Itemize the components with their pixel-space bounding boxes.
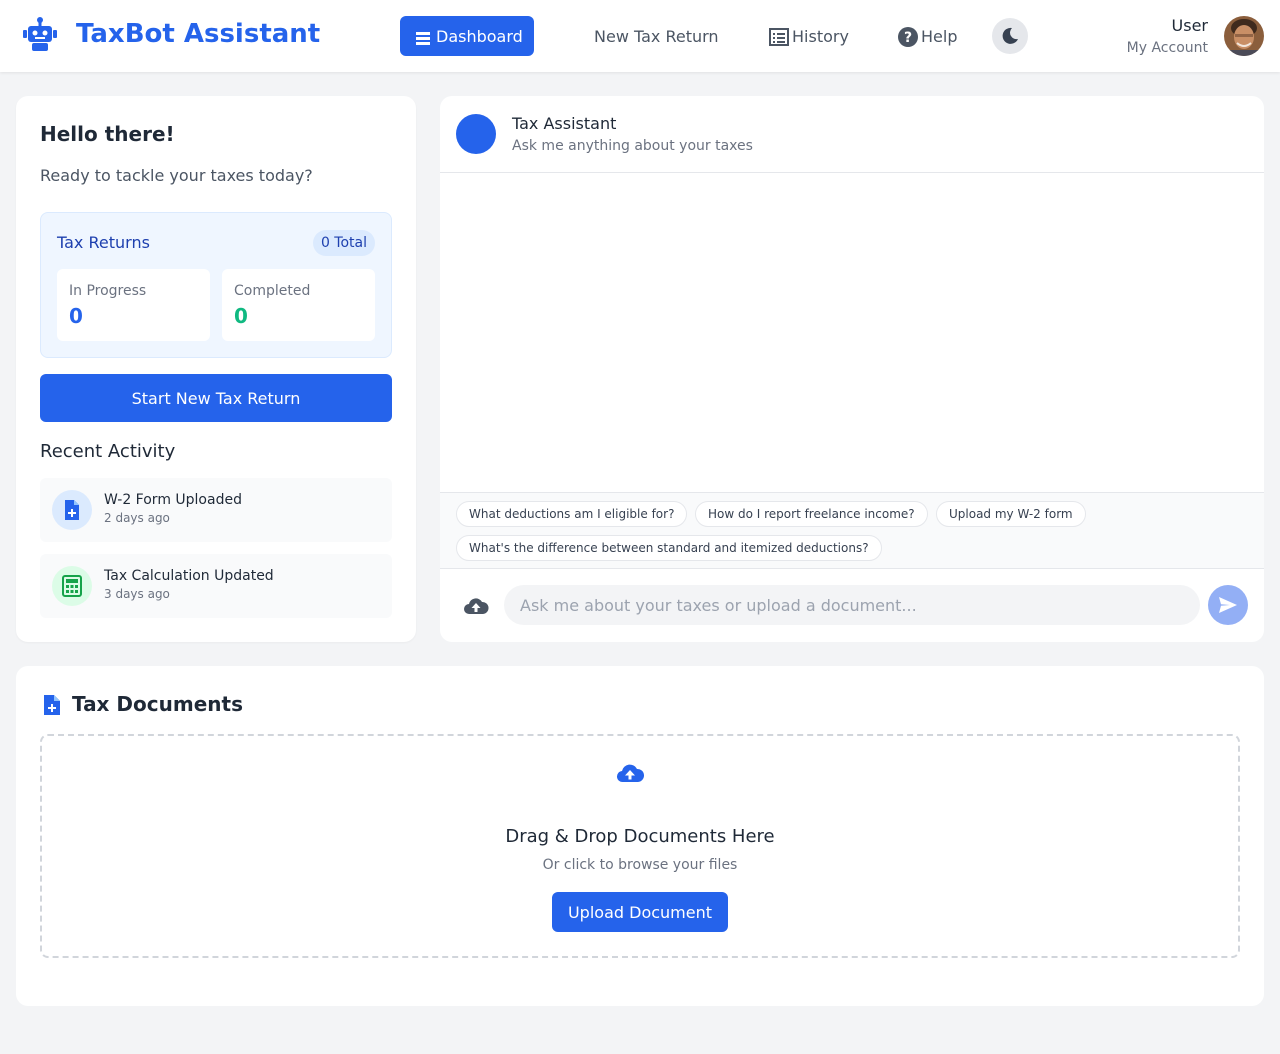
calculator-icon (62, 575, 82, 597)
help-circle-icon: ? (898, 27, 918, 47)
stat-in-progress: In Progress 0 (57, 269, 210, 341)
activity-item[interactable]: W-2 Form Uploaded 2 days ago (40, 478, 392, 542)
tax-returns-title: Tax Returns (57, 233, 150, 252)
total-badge: 0 Total (312, 230, 375, 256)
suggestion-chip[interactable]: Upload my W-2 form (936, 501, 1086, 527)
stat-value: 0 (69, 304, 83, 328)
nav-help[interactable]: ? Help (897, 16, 957, 56)
nav-help-label: Help (921, 26, 958, 46)
dropzone-subtitle: Or click to browse your files (542, 857, 738, 873)
tax-returns-summary: Tax Returns 0 Total In Progress 0 Comple… (40, 212, 392, 358)
start-new-tax-return-button[interactable]: Start New Tax Return (40, 374, 392, 422)
activity-item[interactable]: Tax Calculation Updated 3 days ago (40, 554, 392, 618)
robot-icon (23, 17, 57, 51)
nav-new-tax-return-label: New Tax Return (594, 26, 719, 46)
send-icon (1219, 597, 1237, 613)
suggestion-chip[interactable]: How do I report freelance income? (695, 501, 928, 527)
stat-label: In Progress (69, 283, 147, 299)
upload-file-button[interactable] (460, 593, 492, 619)
menu-icon (416, 32, 430, 45)
activity-icon-wrap (52, 490, 92, 530)
activity-icon-wrap (52, 566, 92, 606)
chat-title: Tax Assistant (512, 114, 617, 133)
stat-value: 0 (234, 304, 248, 328)
upload-document-button[interactable]: Upload Document (552, 892, 728, 932)
suggestion-bar: What deductions am I eligible for? How d… (440, 492, 1264, 569)
tax-documents-title: Tax Documents (72, 692, 243, 716)
cloud-upload-icon (464, 598, 489, 614)
file-plus-icon (65, 500, 79, 520)
nav-new-tax-return[interactable]: New Tax Return (594, 16, 719, 56)
activity-time: 3 days ago (104, 587, 170, 601)
list-icon (769, 28, 789, 46)
cloud-upload-icon (616, 764, 644, 783)
stat-label: Completed (234, 283, 311, 299)
chat-input[interactable] (504, 585, 1200, 625)
chat-input-row (440, 569, 1264, 642)
nav-history[interactable]: History (768, 16, 849, 56)
activity-title: W-2 Form Uploaded (104, 492, 242, 508)
activity-time: 2 days ago (104, 511, 170, 525)
greeting-subtitle: Ready to tackle your taxes today? (40, 166, 313, 185)
nav-dashboard[interactable]: Dashboard (400, 16, 534, 56)
svg-text:?: ? (904, 30, 912, 46)
assistant-avatar (456, 114, 496, 154)
top-header: TaxBot Assistant Dashboard New Tax Retur… (0, 0, 1280, 72)
app-title: TaxBot Assistant (76, 19, 321, 49)
user-name: User (1171, 16, 1208, 35)
suggestion-chip[interactable]: What deductions am I eligible for? (456, 501, 688, 527)
avatar-image (1224, 16, 1264, 56)
nav-dashboard-label: Dashboard (436, 26, 523, 46)
chat-header: Tax Assistant Ask me anything about your… (440, 96, 1264, 173)
theme-toggle-button[interactable] (992, 18, 1028, 54)
suggestion-chip[interactable]: What's the difference between standard a… (456, 535, 882, 561)
avatar[interactable] (1224, 16, 1264, 56)
send-button[interactable] (1208, 585, 1248, 625)
stat-completed: Completed 0 (222, 269, 375, 341)
recent-activity-title: Recent Activity (40, 441, 176, 462)
greeting-title: Hello there! (40, 122, 175, 146)
dropzone-title: Drag & Drop Documents Here (505, 826, 775, 847)
nav-history-label: History (792, 26, 849, 46)
moon-icon (1002, 27, 1018, 44)
chat-messages[interactable] (440, 173, 1264, 492)
my-account-link[interactable]: My Account (1127, 40, 1208, 56)
activity-title: Tax Calculation Updated (104, 568, 274, 584)
welcome-card: Hello there! Ready to tackle your taxes … (16, 96, 416, 642)
document-dropzone[interactable]: Drag & Drop Documents Here Or click to b… (40, 734, 1240, 958)
chat-subtitle: Ask me anything about your taxes (512, 138, 753, 154)
chat-panel: Tax Assistant Ask me anything about your… (440, 96, 1264, 642)
file-plus-icon (44, 695, 60, 715)
tax-documents-card: Tax Documents Drag & Drop Documents Here… (16, 666, 1264, 1006)
